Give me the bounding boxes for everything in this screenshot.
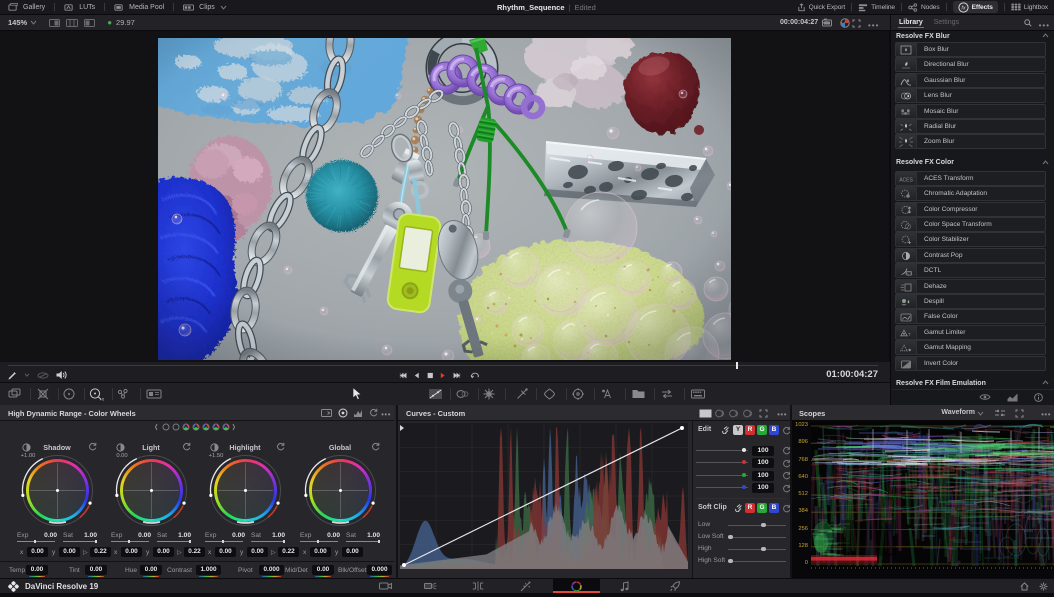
svg-text:DCTL: DCTL — [905, 272, 913, 276]
svg-text:fx: fx — [961, 5, 965, 11]
svg-text:HDR: HDR — [100, 398, 104, 402]
svg-text:ACES: ACES — [899, 177, 913, 183]
svg-text:T: T — [908, 332, 911, 337]
